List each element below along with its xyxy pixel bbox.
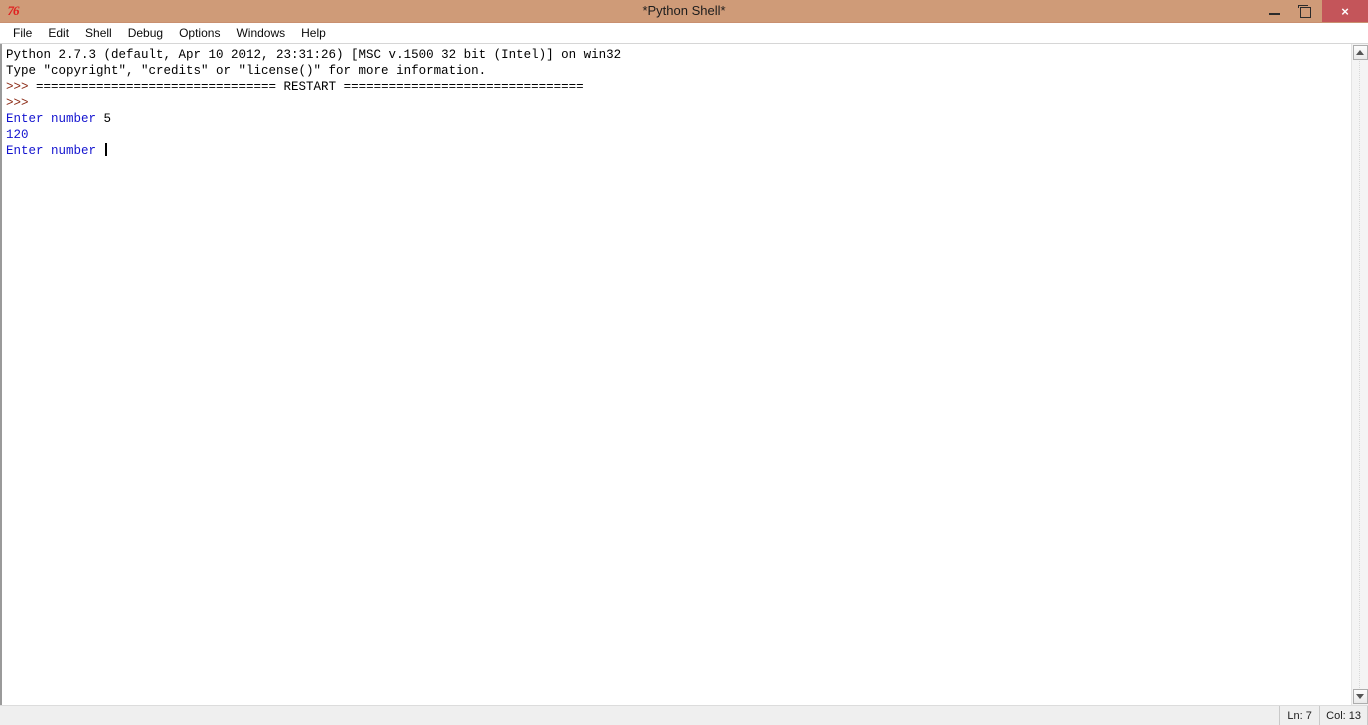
idle-python-icon: 76 (7, 3, 20, 18)
shell-text: ================================ RESTART… (36, 80, 584, 94)
menu-item-options[interactable]: Options (171, 24, 228, 42)
text-caret (104, 143, 107, 156)
minimize-button[interactable] (1259, 0, 1289, 22)
shell-text: 120 (6, 128, 29, 142)
shell-line: Type "copyright", "credits" or "license(… (6, 63, 1351, 79)
shell-text: >>> (6, 80, 37, 94)
window-controls: × (1259, 0, 1368, 22)
shell-text: Type "copyright", "credits" or "license(… (6, 64, 487, 78)
window-title: *Python Shell* (642, 3, 726, 18)
shell-workspace: Python 2.7.3 (default, Apr 10 2012, 23:3… (0, 44, 1368, 705)
shell-text: 5 (103, 112, 112, 126)
shell-text: Enter number (6, 112, 104, 126)
menu-item-help[interactable]: Help (293, 24, 334, 42)
shell-line: >>> (6, 95, 1351, 111)
status-line-indicator: Ln: 7 (1279, 706, 1319, 725)
shell-line: 120 (6, 127, 1351, 143)
shell-text: >>> (6, 96, 37, 110)
shell-text-area[interactable]: Python 2.7.3 (default, Apr 10 2012, 23:3… (2, 44, 1351, 705)
shell-text: Python 2.7.3 (default, Apr 10 2012, 23:3… (6, 48, 622, 62)
menu-bar: File Edit Shell Debug Options Windows He… (0, 23, 1368, 44)
scrollbar-track[interactable] (1359, 61, 1361, 688)
shell-text: Enter number (6, 144, 104, 158)
close-icon: × (1341, 3, 1349, 19)
title-bar[interactable]: 76 *Python Shell* × (0, 0, 1368, 23)
shell-line: >>> ================================ RES… (6, 79, 1351, 95)
scroll-down-button[interactable] (1352, 689, 1368, 704)
restore-icon (1297, 4, 1311, 18)
menu-item-debug[interactable]: Debug (120, 24, 171, 42)
minimize-icon (1268, 13, 1280, 15)
scroll-up-icon (1356, 50, 1364, 55)
menu-item-shell[interactable]: Shell (77, 24, 120, 42)
menu-item-edit[interactable]: Edit (40, 24, 77, 42)
scroll-down-icon (1356, 694, 1364, 699)
python-shell-window: 76 *Python Shell* × File Edit Shell Debu… (0, 0, 1368, 725)
status-bar: Ln: 7 Col: 13 (0, 705, 1368, 725)
shell-line: Enter number 5 (6, 111, 1351, 127)
status-column-indicator: Col: 13 (1319, 706, 1368, 725)
restore-button[interactable] (1289, 0, 1319, 22)
scroll-up-button[interactable] (1352, 45, 1368, 60)
shell-line: Enter number (6, 143, 1351, 159)
close-button[interactable]: × (1321, 0, 1368, 22)
shell-line: Python 2.7.3 (default, Apr 10 2012, 23:3… (6, 47, 1351, 63)
menu-item-windows[interactable]: Windows (228, 24, 293, 42)
menu-item-file[interactable]: File (5, 24, 40, 42)
vertical-scrollbar[interactable] (1351, 44, 1368, 705)
